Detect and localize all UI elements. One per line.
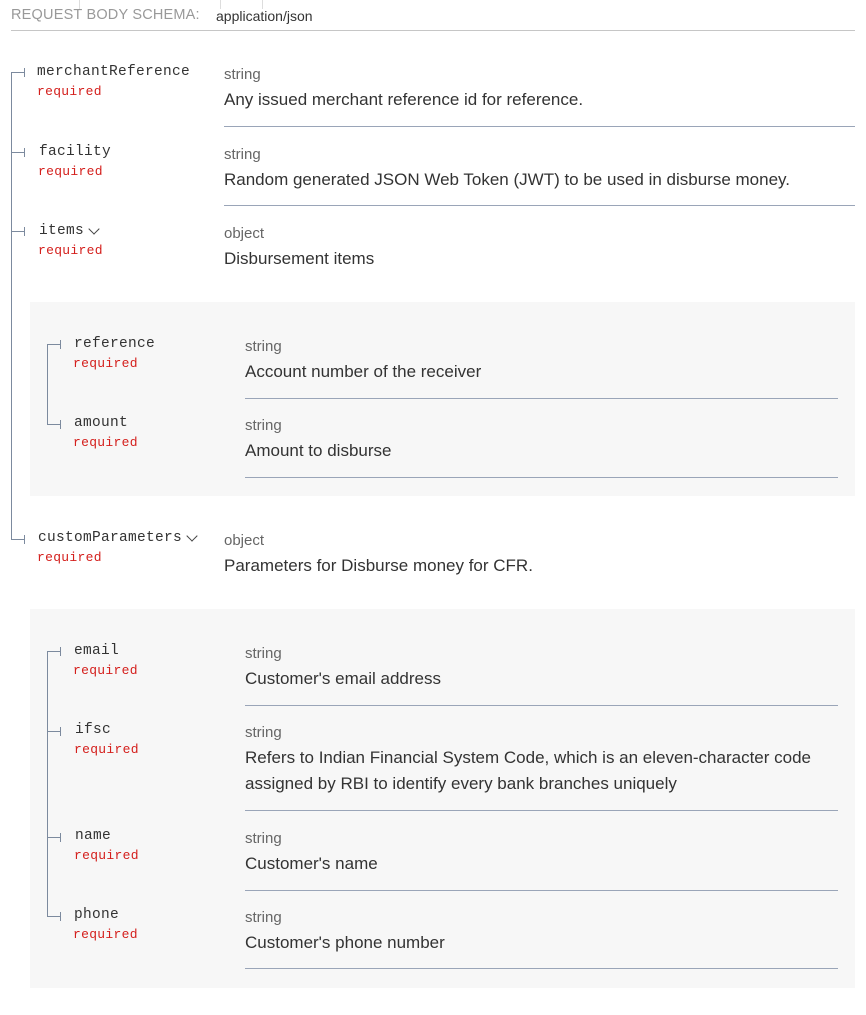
tree-branch bbox=[60, 420, 61, 429]
chevron-down-icon bbox=[88, 223, 100, 235]
tree-branch bbox=[60, 833, 61, 842]
required-badge: required bbox=[74, 742, 139, 757]
tree-branch bbox=[24, 227, 25, 236]
tree-line bbox=[11, 72, 12, 539]
tree-branch bbox=[24, 68, 25, 77]
field-description: Amount to disburse bbox=[245, 441, 392, 460]
required-badge: required bbox=[73, 927, 138, 942]
chevron-down-icon bbox=[186, 530, 198, 542]
field-description: Random generated JSON Web Token (JWT) to… bbox=[224, 170, 790, 189]
field-description: Disbursement items bbox=[224, 249, 375, 268]
tree-branch bbox=[60, 912, 61, 921]
field-divider bbox=[224, 205, 855, 206]
tree-branch bbox=[47, 651, 61, 652]
tree-branch bbox=[47, 344, 61, 345]
tree-branch bbox=[47, 916, 61, 917]
header-divider bbox=[11, 30, 855, 31]
required-badge: required bbox=[38, 243, 103, 258]
items-nested-schema: reference required string Account number… bbox=[30, 302, 855, 496]
field-divider bbox=[245, 890, 838, 891]
tree-branch bbox=[60, 340, 61, 349]
field-type: string bbox=[245, 338, 282, 355]
field-description: Account number of the receiver bbox=[245, 362, 482, 381]
field-name-reference: reference bbox=[74, 336, 156, 352]
field-name-customParameters: customParameters bbox=[38, 530, 183, 546]
content-type-value: application/json bbox=[216, 8, 313, 24]
required-badge: required bbox=[37, 84, 102, 99]
customParameters-nested-schema: email required string Customer's email a… bbox=[30, 609, 855, 988]
tree-branch bbox=[11, 152, 25, 153]
field-type: string bbox=[245, 724, 282, 741]
field-divider bbox=[224, 126, 855, 127]
expand-toggle-items[interactable]: items bbox=[39, 223, 100, 239]
required-badge: required bbox=[38, 164, 103, 179]
request-body-schema-label: REQUEST BODY SCHEMA: bbox=[11, 7, 200, 23]
required-badge: required bbox=[73, 663, 138, 678]
field-name-email: email bbox=[74, 643, 120, 659]
field-type: string bbox=[224, 66, 261, 83]
field-divider bbox=[245, 705, 838, 706]
field-description: Customer's phone number bbox=[245, 933, 445, 952]
field-type: object bbox=[224, 532, 265, 549]
field-description: Parameters for Disburse money for CFR. bbox=[224, 556, 533, 575]
required-badge: required bbox=[74, 848, 139, 863]
required-badge: required bbox=[73, 435, 138, 450]
field-description: Refers to Indian Financial System Code, … bbox=[245, 748, 812, 793]
tree-branch bbox=[11, 539, 25, 540]
field-type: string bbox=[224, 146, 261, 163]
field-name-phone: phone bbox=[74, 907, 120, 923]
tree-branch bbox=[11, 231, 25, 232]
field-name-merchantReference: merchantReference bbox=[37, 64, 191, 80]
field-description: Any issued merchant reference id for ref… bbox=[224, 90, 584, 109]
field-type: object bbox=[224, 225, 265, 242]
tree-branch bbox=[60, 727, 61, 736]
field-divider bbox=[245, 477, 838, 478]
field-divider bbox=[245, 810, 838, 811]
required-badge: required bbox=[37, 550, 102, 565]
expand-toggle-customParameters[interactable]: customParameters bbox=[38, 530, 198, 546]
field-type: string bbox=[245, 909, 282, 926]
field-type: string bbox=[245, 830, 282, 847]
field-description: Customer's email address bbox=[245, 669, 441, 688]
tree-branch bbox=[11, 72, 25, 73]
field-name-name: name bbox=[75, 828, 112, 844]
field-type: string bbox=[245, 645, 282, 662]
field-name-items: items bbox=[39, 223, 85, 239]
field-name-amount: amount bbox=[74, 415, 129, 431]
tree-branch bbox=[24, 148, 25, 157]
tree-branch bbox=[47, 424, 61, 425]
field-divider bbox=[245, 398, 838, 399]
tree-line bbox=[47, 651, 48, 916]
field-type: string bbox=[245, 417, 282, 434]
required-badge: required bbox=[73, 356, 138, 371]
field-name-ifsc: ifsc bbox=[75, 722, 112, 738]
field-divider bbox=[245, 968, 838, 969]
tree-branch bbox=[24, 535, 25, 544]
tree-branch bbox=[47, 837, 61, 838]
field-name-facility: facility bbox=[39, 144, 112, 160]
tree-line bbox=[47, 344, 48, 424]
field-description: Customer's name bbox=[245, 854, 378, 873]
tree-branch bbox=[60, 647, 61, 656]
tree-branch bbox=[47, 731, 61, 732]
